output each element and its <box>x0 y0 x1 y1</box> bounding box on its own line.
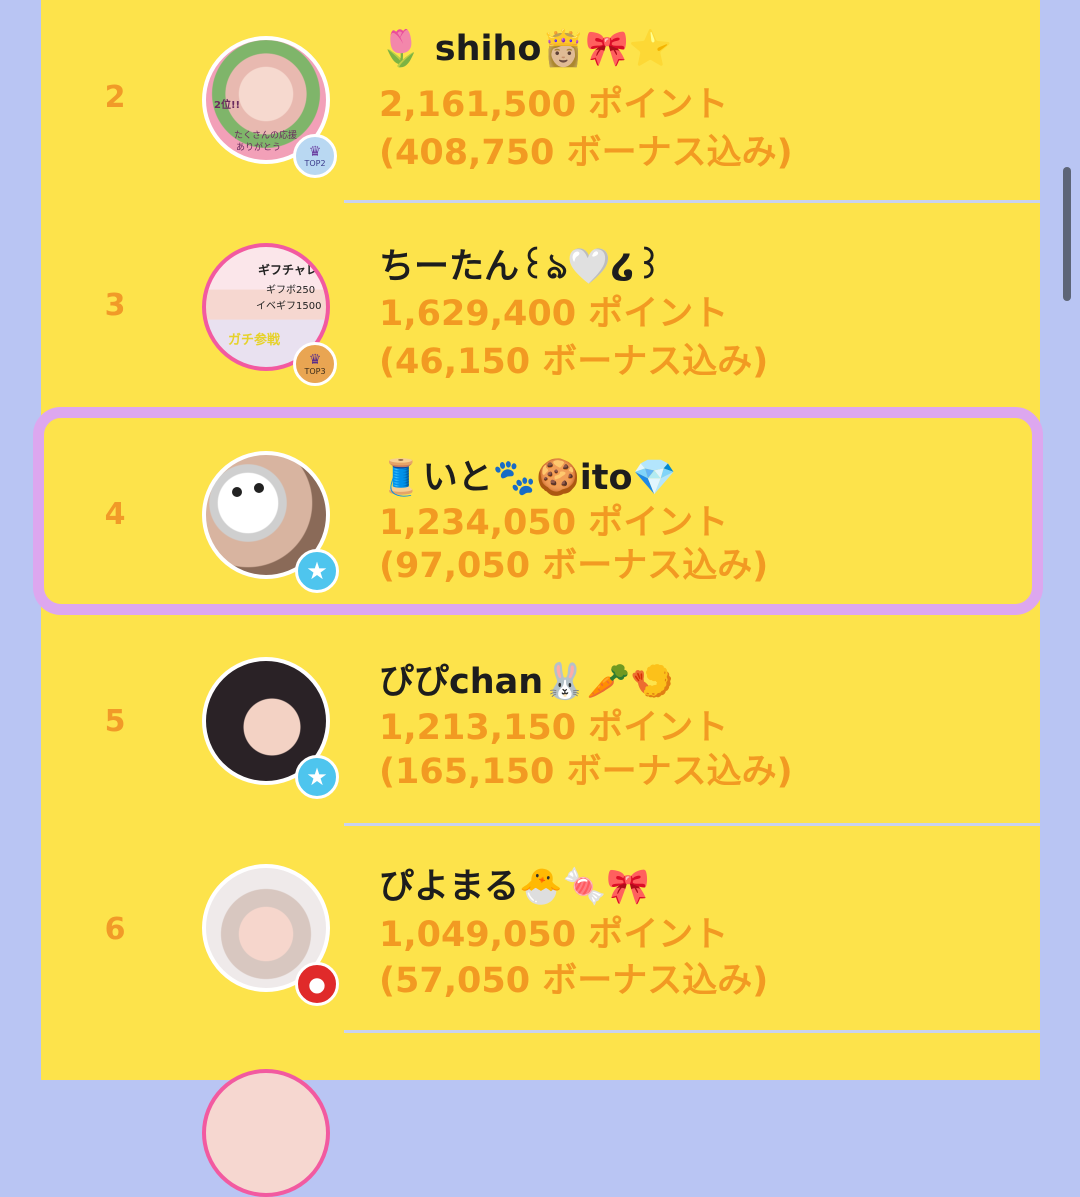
apple-icon: ● <box>308 972 326 996</box>
bonus-text: (57,050 ボーナス込み) <box>379 961 769 1001</box>
rank-badge: ♛ TOP3 <box>293 342 337 386</box>
avatar-caption: ギフボ250 <box>266 285 316 296</box>
crown-icon: ♛ <box>308 351 322 368</box>
points-text: 1,049,050 ポイント <box>379 915 729 955</box>
bonus-text: (46,150 ボーナス込み) <box>379 342 769 382</box>
badge-label: TOP2 <box>304 158 326 168</box>
avatar-caption: 2位!! <box>214 100 241 111</box>
ranking-row[interactable]: 5 ★ ぴぴchan🐰🥕🍤 1,213,150 ポイント (165,150 ボー… <box>41 621 1040 823</box>
current-user-highlight <box>33 407 1043 615</box>
bonus-text: (165,150 ボーナス込み) <box>379 752 793 792</box>
avatar[interactable] <box>202 1069 330 1197</box>
avatar-caption: イベギフ1500 <box>256 301 322 312</box>
avatar-caption: ガチ参戦 <box>228 333 281 348</box>
scrollbar[interactable] <box>1063 167 1071 301</box>
bonus-text: (408,750 ボーナス込み) <box>379 133 793 173</box>
points-text: 1,629,400 ポイント <box>379 294 729 334</box>
badge-label: TOP3 <box>304 366 326 376</box>
avatar-caption: ギフチャレ <box>258 263 318 277</box>
streamer-name: ぴよまる🐣🍬🎀 <box>379 867 650 907</box>
ranking-row[interactable]: 6 ● ぴよまる🐣🍬🎀 1,049,050 ポイント (57,050 ボーナス込… <box>41 826 1040 1030</box>
streamer-name: 🌷 𝘀𝗵𝗶𝗵𝗼👸🏼🎀⭐️ <box>379 29 673 69</box>
streamer-name: ぴぴchan🐰🥕🍤 <box>379 662 674 702</box>
points-text: 2,161,500 ポイント <box>379 85 729 125</box>
ranking-row[interactable]: 3 ギフチャレ ギフボ250 イベギフ1500 ガチ参戦 ♛ TOP3 ちーたん… <box>41 203 1040 403</box>
rank-badge: ★ <box>295 755 339 799</box>
ranking-row[interactable]: 2 2位!! たくさんの応援 ありがとう ♛ TOP2 🌷 𝘀𝗵𝗶𝗵𝗼👸🏼🎀⭐️… <box>41 0 1040 200</box>
star-icon: ★ <box>306 763 328 791</box>
avatar-caption: ありがとう <box>236 143 282 153</box>
crown-icon: ♛ <box>308 143 322 160</box>
rank-badge: ♛ TOP2 <box>293 134 337 178</box>
ranking-row-partial[interactable] <box>41 1033 1040 1197</box>
rank-badge: ● <box>295 962 339 1006</box>
